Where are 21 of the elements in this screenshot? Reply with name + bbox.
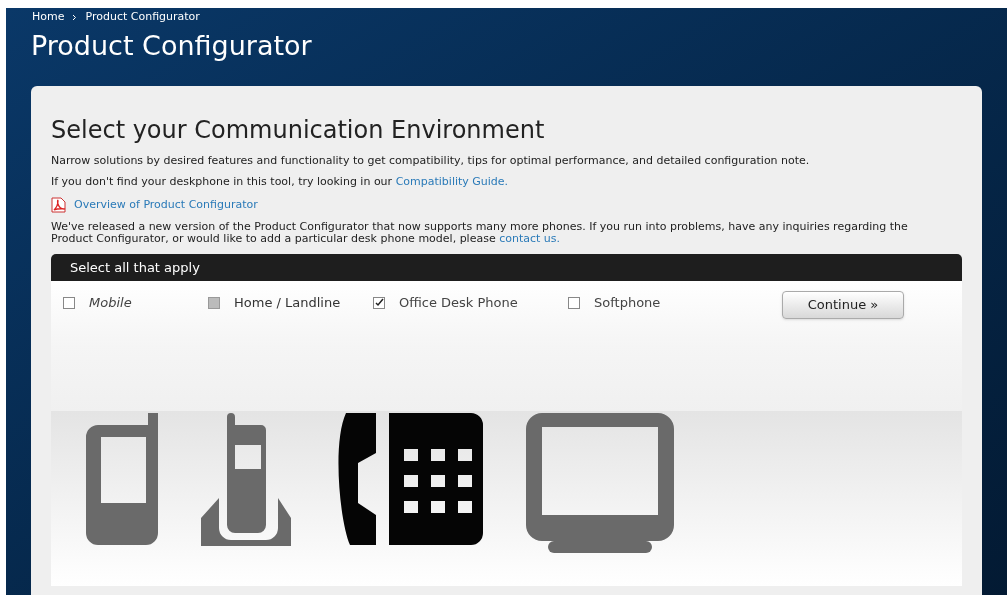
option-label: Home / Landline [234, 294, 341, 312]
page-title: Product Configurator [31, 28, 313, 63]
checkbox[interactable] [568, 296, 580, 309]
breadcrumb-current: Product Configurator [85, 9, 200, 25]
pdf-icon [51, 196, 66, 213]
option-label: Office Desk Phone [399, 294, 518, 312]
selector-header: Select all that apply [51, 254, 962, 281]
chevron-icon [72, 13, 78, 21]
intro-text: Narrow solutions by desired features and functionality to get compatibility, tips for optimal performance, and detailed configuration note. [51, 152, 811, 169]
checkbox[interactable] [63, 296, 75, 309]
compatibility-guide-link[interactable]: Compatibility Guide. [395, 175, 509, 188]
option-label: Softphone [594, 294, 661, 312]
contact-link[interactable]: contact us. [499, 232, 561, 245]
checkbox[interactable] [373, 296, 385, 309]
notice-text: We've released a new version of the Product Configurator that now supports many more phones. If you run into problems, have any inquiries regarding the Product Configurator, or would like to add a particular desk phone model, please contact us. [51, 221, 909, 245]
continue-button[interactable]: Continue » [782, 291, 904, 319]
guide-text: If you don't find your deskphone in this tool, try looking in our Compatibility Guide. [51, 174, 510, 190]
overview-link[interactable]: Overview of Product Configurator [74, 196, 258, 213]
breadcrumb-link[interactable]: Home [32, 9, 65, 26]
section-heading: Select your Communication Environment [51, 114, 546, 146]
option-label: Mobile [89, 294, 132, 312]
